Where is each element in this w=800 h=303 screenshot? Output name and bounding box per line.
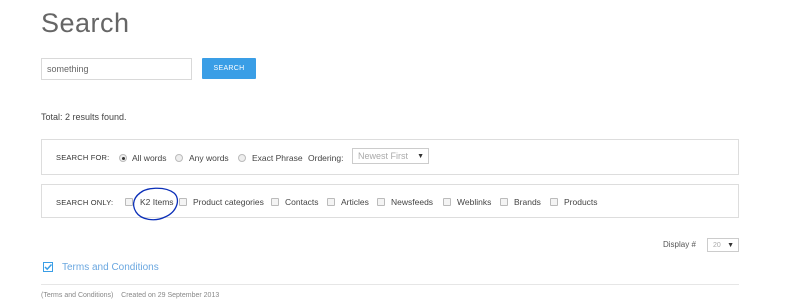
page-title: Search: [41, 8, 130, 38]
radio-all-words-label[interactable]: All words: [132, 153, 166, 163]
checkbox-newsfeeds[interactable]: [377, 198, 385, 206]
checkbox-articles[interactable]: [327, 198, 335, 206]
area-label-contacts[interactable]: Contacts: [285, 197, 319, 207]
checkbox-products[interactable]: [550, 198, 558, 206]
search-input[interactable]: [41, 58, 192, 80]
radio-any-words[interactable]: [175, 154, 183, 162]
checkbox-contacts[interactable]: [271, 198, 279, 206]
display-limit-value: 20: [713, 242, 721, 249]
area-label-product-categories[interactable]: Product categories: [193, 197, 264, 207]
area-label-articles[interactable]: Articles: [341, 197, 369, 207]
ordering-label: Ordering:: [308, 153, 344, 163]
checkbox-weblinks[interactable]: [443, 198, 451, 206]
radio-exact-phrase[interactable]: [238, 154, 246, 162]
area-label-weblinks[interactable]: Weblinks: [457, 197, 491, 207]
search-only-label: SEARCH ONLY:: [56, 198, 114, 207]
result-created-date: Created on 29 September 2013: [121, 292, 220, 299]
radio-any-words-label[interactable]: Any words: [189, 153, 229, 163]
checkbox-brands[interactable]: [500, 198, 508, 206]
ordering-select-value: Newest First: [358, 151, 409, 161]
triangle-down-icon: ▼: [727, 242, 734, 249]
result-meta: (Terms and Conditions) Created on 29 Sep…: [41, 292, 219, 299]
display-limit-select[interactable]: 20 ▼: [707, 238, 739, 252]
search-for-panel: SEARCH FOR: All words Any words Exact Ph…: [41, 139, 739, 175]
search-button[interactable]: SEARCH: [202, 58, 256, 79]
check-square-icon: [43, 262, 53, 275]
area-label-newsfeeds[interactable]: Newsfeeds: [391, 197, 433, 207]
annotation-circle: [132, 187, 179, 221]
result-title-link[interactable]: Terms and Conditions: [62, 262, 159, 273]
triangle-down-icon: ▼: [417, 153, 424, 160]
area-label-brands[interactable]: Brands: [514, 197, 541, 207]
results-count: Total: 2 results found.: [41, 112, 127, 122]
display-label: Display #: [663, 240, 696, 249]
result-category: (Terms and Conditions): [41, 292, 114, 299]
area-label-products[interactable]: Products: [564, 197, 598, 207]
ordering-select[interactable]: Newest First ▼: [352, 148, 429, 164]
search-for-label: SEARCH FOR:: [56, 153, 110, 162]
radio-all-words[interactable]: [119, 154, 127, 162]
result-divider: [41, 284, 739, 285]
radio-exact-phrase-label[interactable]: Exact Phrase: [252, 153, 303, 163]
